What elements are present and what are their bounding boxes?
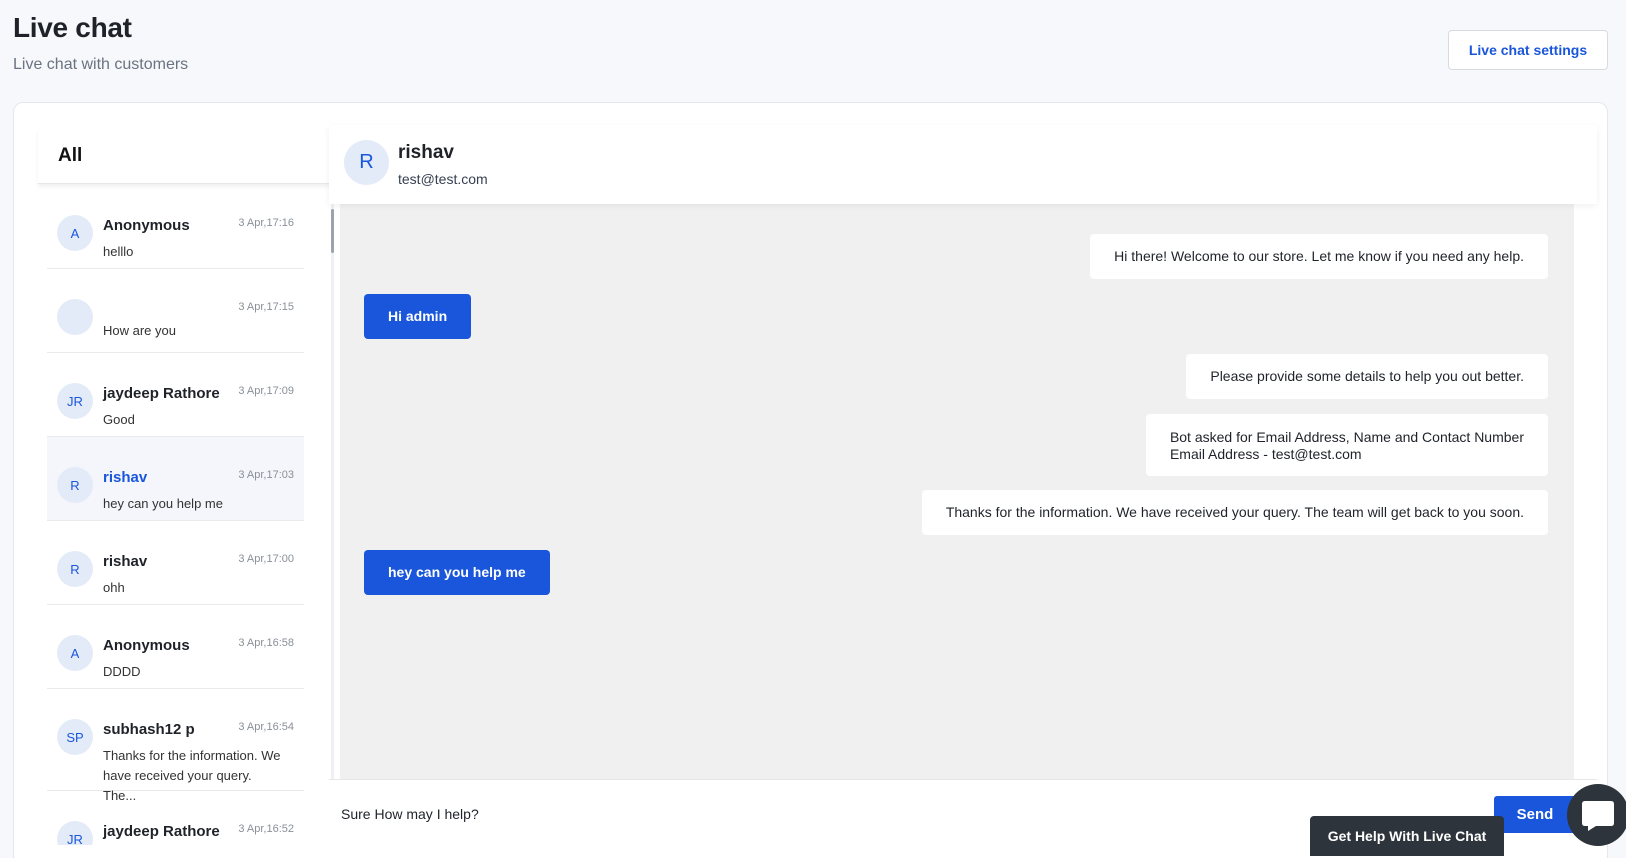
chat-launcher-button[interactable] <box>1567 784 1626 846</box>
conversation-time: 3 Apr,16:54 <box>238 721 294 733</box>
bot-message-line: Email Address - test@test.com <box>1169 446 1362 462</box>
chat-bubble-icon <box>1582 801 1614 831</box>
avatar: R <box>57 467 93 503</box>
conversation-item[interactable]: A Anonymous 3 Apr,17:16 helllo <box>47 185 304 269</box>
live-chat-card: All A Anonymous 3 Apr,17:16 helllo 3 Apr… <box>13 102 1608 858</box>
conversation-list: A Anonymous 3 Apr,17:16 helllo 3 Apr,17:… <box>47 185 304 845</box>
conversation-item[interactable]: JR jaydeep Rathore 3 Apr,16:52 <box>47 791 304 845</box>
conversation-time: 3 Apr,17:09 <box>238 385 294 397</box>
conversation-item[interactable]: A Anonymous 3 Apr,16:58 DDDD <box>47 605 304 689</box>
avatar: JR <box>57 383 93 419</box>
page-header: Live chat Live chat with customers <box>13 12 188 74</box>
avatar: R <box>57 551 93 587</box>
conversation-preview: How are you <box>103 323 176 338</box>
conversation-preview: DDDD <box>103 664 141 679</box>
bot-message: Please provide some details to help you … <box>1186 354 1548 399</box>
bot-message: Hi there! Welcome to our store. Let me k… <box>1090 234 1548 279</box>
bot-message: Bot asked for Email Address, Name and Co… <box>1145 414 1548 476</box>
page-title: Live chat <box>13 12 132 43</box>
conversation-time: 3 Apr,17:03 <box>238 469 294 481</box>
conversation-time: 3 Apr,16:52 <box>238 823 294 835</box>
avatar <box>57 299 93 335</box>
send-button[interactable]: Send <box>1494 796 1576 833</box>
conversation-preview: helllo <box>103 244 134 259</box>
user-message: Hi admin <box>364 294 472 339</box>
conversation-time: 3 Apr,17:15 <box>238 301 294 313</box>
conversation-item[interactable]: R rishav 3 Apr,17:00 ohh <box>47 521 304 605</box>
contact-avatar: R <box>344 140 389 185</box>
bot-message-line: Bot asked for Email Address, Name and Co… <box>1169 429 1524 445</box>
contact-name: rishav <box>398 142 454 163</box>
bot-message: Thanks for the information. We have rece… <box>921 490 1548 535</box>
chat-panel: R rishav test@test.com Hi there! Welcome… <box>329 125 1597 858</box>
conversation-time: 3 Apr,17:00 <box>238 553 294 565</box>
get-help-live-chat-button[interactable]: Get Help With Live Chat <box>1310 816 1504 856</box>
conversation-time: 3 Apr,16:58 <box>238 637 294 649</box>
conversation-filter-all[interactable]: All <box>38 129 332 184</box>
message-thread: Hi there! Welcome to our store. Let me k… <box>340 204 1574 779</box>
conversation-item[interactable]: SP subhash12 p 3 Apr,16:54 Thanks for th… <box>47 689 304 803</box>
avatar: A <box>57 635 93 671</box>
conversation-preview: Good <box>103 412 135 427</box>
avatar: SP <box>57 719 93 755</box>
conversation-item[interactable]: JR jaydeep Rathore 3 Apr,17:09 Good <box>47 353 304 437</box>
conversation-name: rishav <box>103 553 148 570</box>
conversation-preview: ohh <box>103 580 125 595</box>
conversation-panel: All A Anonymous 3 Apr,17:16 helllo 3 Apr… <box>38 129 334 858</box>
avatar: A <box>57 215 93 251</box>
contact-email: test@test.com <box>398 171 488 187</box>
avatar: JR <box>57 821 93 845</box>
user-message: hey can you help me <box>364 550 550 595</box>
conversation-time: 3 Apr,17:16 <box>238 217 294 229</box>
conversation-name: subhash12 p <box>103 721 195 738</box>
page-subtitle: Live chat with customers <box>13 56 189 73</box>
chat-header: R rishav test@test.com <box>329 125 1597 204</box>
conversation-name: Anonymous <box>103 637 190 654</box>
conversation-name: Anonymous <box>103 217 190 234</box>
conversation-preview: hey can you help me <box>103 496 223 511</box>
live-chat-settings-button[interactable]: Live chat settings <box>1448 30 1608 70</box>
conversation-name: rishav <box>103 469 148 486</box>
conversation-item-active[interactable]: R rishav 3 Apr,17:03 hey can you help me <box>47 437 304 521</box>
conversation-item[interactable]: 3 Apr,17:15 How are you <box>47 269 304 353</box>
conversation-name: jaydeep Rathore <box>103 823 220 840</box>
message-input[interactable] <box>341 794 1411 834</box>
conversation-name: jaydeep Rathore <box>103 385 220 402</box>
